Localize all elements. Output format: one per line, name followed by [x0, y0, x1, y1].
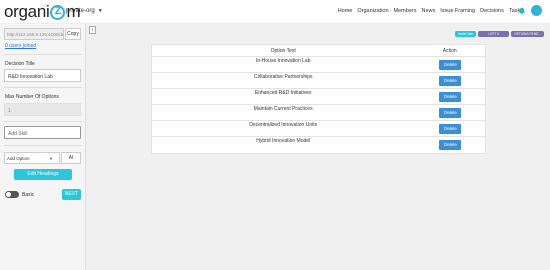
column-header-action: Action — [442, 48, 457, 54]
status-badges: Invite User LEFT 0 OPTIONS PEND... — [455, 31, 544, 37]
nav-issue-framing[interactable]: Issue Framing — [440, 8, 475, 14]
users-joined-link[interactable]: 0 users joined — [5, 43, 36, 49]
top-header: organi Zm private-org ▼ Home Organization … — [0, 0, 550, 24]
divider — [4, 121, 82, 122]
left-count-badge: LEFT 0 — [478, 31, 510, 37]
table-row: Hybrid Innovation Model Delete — [152, 137, 485, 153]
table-row: Enhanced R&D Initiatives Delete — [152, 89, 485, 105]
decision-title-field[interactable]: R&D Innovation Lab — [4, 69, 81, 82]
add-option-label: Add Option — [7, 156, 30, 161]
delete-button[interactable]: Delete — [439, 92, 462, 102]
bell-icon[interactable] — [518, 7, 526, 15]
next-button[interactable]: NEXT — [62, 189, 81, 200]
share-url-field[interactable]: http://112.168.9.125:4200/dec — [4, 28, 64, 40]
chevron-down-icon: ▼ — [97, 8, 103, 14]
option-text: Maintain Current Practices — [253, 106, 313, 112]
nav-decisions[interactable]: Decisions — [480, 8, 504, 14]
option-text: Hybrid Innovation Model — [256, 138, 311, 144]
nav-news[interactable]: News — [421, 8, 435, 14]
ai-button[interactable]: AI — [61, 152, 81, 164]
table-header: Option Text Action — [152, 45, 485, 57]
table-row: Maintain Current Practices Delete — [152, 105, 485, 121]
nav-organization[interactable]: Organization — [357, 8, 388, 14]
option-text: Decentralized Innovation Units — [249, 122, 318, 128]
add-skill-input[interactable]: Add Skill — [4, 126, 81, 139]
options-table: Option Text Action In-House Innovation L… — [151, 44, 486, 154]
main-nav: Home Organization Members News Issue Fra… — [338, 8, 523, 14]
user-avatar[interactable] — [531, 5, 542, 16]
column-header-option-text: Option Text — [270, 48, 296, 54]
add-option-select[interactable]: Add Option ▼ — [4, 152, 60, 164]
delete-button[interactable]: Delete — [439, 108, 462, 118]
chevron-down-icon: ▼ — [49, 156, 53, 161]
max-options-field: 1 — [4, 103, 81, 116]
option-text: Enhanced R&D Initiatives — [254, 90, 312, 96]
table-row: Collaborative Partnerships Delete — [152, 73, 485, 89]
max-options-label: Max Number Of Options — [5, 94, 59, 100]
basic-toggle-label: Basic — [22, 192, 35, 198]
table-row: Decentralized Innovation Units Delete — [152, 121, 485, 137]
divider — [4, 87, 82, 88]
nav-home[interactable]: Home — [338, 8, 353, 14]
toggle-knob — [6, 192, 11, 197]
divider — [4, 54, 82, 55]
edit-headings-button[interactable]: Edit Headings — [14, 169, 72, 180]
delete-button[interactable]: Delete — [439, 140, 462, 150]
nav-members[interactable]: Members — [394, 8, 417, 14]
sidebar: http://112.168.9.125:4200/dec Copy 0 use… — [0, 24, 86, 270]
invite-user-button[interactable]: Invite User — [455, 31, 477, 37]
org-name: private-org — [66, 8, 95, 14]
basic-toggle[interactable] — [5, 191, 19, 198]
decision-title-label: Decision Title — [5, 61, 35, 67]
table-row: In-House Innovation Lab Delete — [152, 57, 485, 73]
option-text: Collaborative Partnerships — [253, 74, 313, 80]
collapse-sidebar-chevron-left-icon[interactable]: ‹ — [89, 26, 96, 34]
delete-button[interactable]: Delete — [439, 76, 462, 86]
divider — [4, 145, 82, 146]
options-pending-badge: OPTIONS PEND... — [511, 31, 544, 37]
option-text: In-House Innovation Lab — [255, 58, 311, 64]
logo-text-prefix: organi — [4, 2, 50, 21]
logo-circle-icon: Z — [50, 4, 66, 20]
delete-button[interactable]: Delete — [439, 60, 462, 70]
delete-button[interactable]: Delete — [439, 124, 462, 134]
copy-button[interactable]: Copy — [65, 28, 81, 40]
logo-circle-letter: Z — [54, 4, 62, 17]
main-content: ‹ Invite User LEFT 0 OPTIONS PEND... Opt… — [86, 24, 550, 270]
org-selector[interactable]: private-org ▼ — [66, 8, 103, 14]
